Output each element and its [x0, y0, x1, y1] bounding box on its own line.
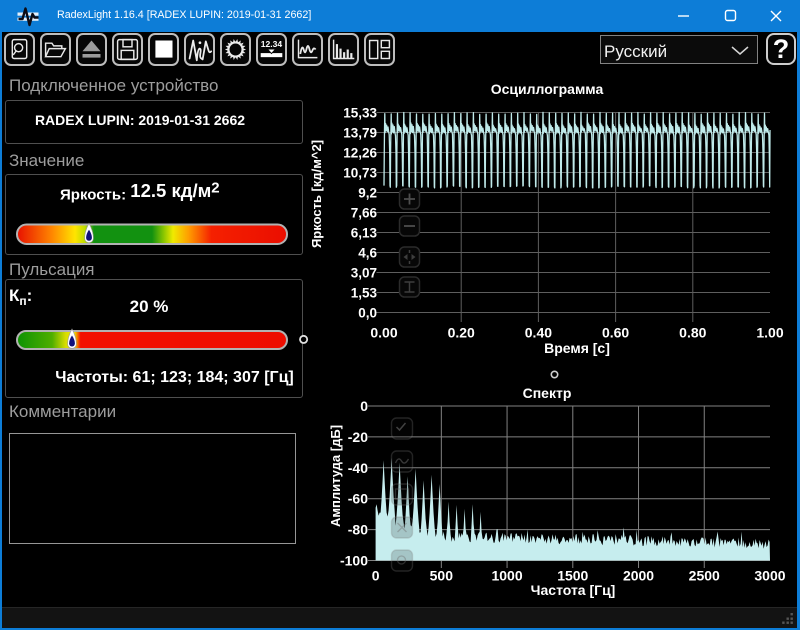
svg-text:0: 0	[372, 568, 380, 584]
svg-text:-40: -40	[348, 460, 368, 476]
svg-text:3,07: 3,07	[351, 266, 377, 281]
svg-text:1000: 1000	[491, 568, 522, 584]
svg-text:Амплитуда [дБ]: Амплитуда [дБ]	[328, 425, 343, 527]
svg-text:Спектр: Спектр	[523, 385, 572, 401]
svg-text:Осциллограмма: Осциллограмма	[491, 81, 604, 97]
svg-text:1.00: 1.00	[756, 325, 783, 341]
svg-text:3000: 3000	[754, 568, 785, 584]
svg-text:-80: -80	[348, 522, 368, 538]
svg-text:4,6: 4,6	[358, 246, 377, 261]
svg-text:10,73: 10,73	[343, 166, 377, 181]
svg-text:13,79: 13,79	[343, 126, 377, 141]
svg-text:15,33: 15,33	[343, 106, 377, 121]
svg-text:500: 500	[430, 568, 454, 584]
svg-text:7,66: 7,66	[351, 206, 378, 221]
svg-text:0.80: 0.80	[679, 325, 706, 341]
svg-text:0: 0	[360, 398, 368, 414]
svg-text:0.60: 0.60	[602, 325, 629, 341]
svg-text:0.00: 0.00	[370, 325, 397, 341]
svg-text:0.40: 0.40	[525, 325, 552, 341]
svg-text:-60: -60	[348, 491, 368, 507]
svg-text:-100: -100	[340, 553, 368, 569]
svg-text:0.20: 0.20	[448, 325, 475, 341]
svg-text:Частота [Гц]: Частота [Гц]	[531, 582, 616, 598]
svg-text:12,26: 12,26	[343, 146, 377, 161]
svg-text:-20: -20	[348, 429, 368, 445]
svg-text:2000: 2000	[623, 568, 654, 584]
svg-text:9,2: 9,2	[358, 186, 377, 201]
svg-text:1,53: 1,53	[351, 286, 378, 301]
svg-text:0,0: 0,0	[358, 306, 377, 321]
svg-text:Время [с]: Время [с]	[544, 340, 610, 356]
svg-text:Яркость [кд/м^2]: Яркость [кд/м^2]	[309, 140, 324, 248]
svg-text:2500: 2500	[689, 568, 720, 584]
svg-text:6,13: 6,13	[351, 226, 378, 241]
